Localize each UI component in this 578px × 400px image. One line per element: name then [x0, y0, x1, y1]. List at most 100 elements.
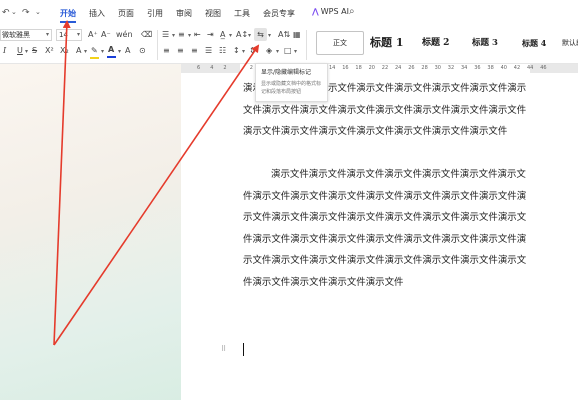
increase-indent-icon[interactable]: ⇥: [207, 30, 214, 40]
tooltip-title: 显示/隐藏编辑标记: [261, 69, 312, 76]
bullet-list-dropdown-icon[interactable]: ▾: [172, 32, 175, 39]
paragraph-2[interactable]: 演示文件演示文件演示文件演示文件演示文件演示文件演示文件演示文件演示文件演示文件…: [243, 164, 533, 293]
superscript-icon[interactable]: X²: [45, 46, 54, 56]
line-spacing-dropdown-icon[interactable]: ▾: [248, 32, 251, 39]
search-icon[interactable]: ⌕: [349, 6, 355, 17]
border-icon[interactable]: □: [284, 46, 292, 56]
font-name-dropdown-icon[interactable]: ▾: [46, 31, 49, 38]
text-effect-dropdown-icon[interactable]: ▾: [84, 48, 87, 55]
character-shading-icon[interactable]: A: [125, 46, 130, 56]
document-page[interactable]: 演示文件演示文件演示文件演示文件演示文件演示文件演示文件演示文件演示文件演示文件…: [181, 73, 578, 400]
align-left-icon[interactable]: ≡: [163, 46, 170, 56]
line-spacing-2-icon[interactable]: ↕: [233, 46, 240, 56]
style-heading-1[interactable]: 标题 1: [370, 31, 403, 55]
ruler-number: 14: [329, 65, 336, 71]
numbered-list-icon[interactable]: ≡: [178, 30, 185, 40]
font-color-dropdown-icon[interactable]: ▾: [118, 48, 121, 55]
paragraph-drag-handle-icon[interactable]: ⠿: [221, 345, 226, 353]
navigation-pane-background: [0, 64, 181, 400]
text-cursor: [243, 343, 244, 356]
numbered-list-dropdown-icon[interactable]: ▾: [188, 32, 191, 39]
tab-member[interactable]: 会员专享: [263, 8, 295, 19]
ruler-number: 2: [249, 65, 253, 71]
line-spacing-2-dropdown-icon[interactable]: ▾: [242, 48, 245, 55]
highlight-dropdown-icon[interactable]: ▾: [101, 48, 104, 55]
wps-ai-logo-icon: ⋀: [312, 7, 319, 16]
shading-icon[interactable]: ◈: [266, 46, 272, 56]
tooltip: 显示/隐藏编辑标记 显示或隐藏文档中的格式标记和段落布局按钮: [255, 63, 328, 102]
table-icon[interactable]: ▦: [293, 30, 301, 40]
ruler-number: 36: [474, 65, 481, 71]
tab-review[interactable]: 审阅: [176, 8, 192, 19]
font-color-icon[interactable]: A: [108, 45, 114, 55]
justify-icon[interactable]: ☰: [205, 46, 212, 56]
underline-icon[interactable]: U: [17, 46, 23, 56]
redo-icon[interactable]: ↷: [22, 8, 30, 18]
clear-format-icon[interactable]: ⌫: [141, 30, 152, 40]
separator: [157, 30, 158, 60]
tab-page[interactable]: 页面: [118, 8, 134, 19]
tab-home[interactable]: 开始: [60, 8, 76, 19]
style-heading-2[interactable]: 标题 2: [422, 31, 449, 55]
horizontal-ruler[interactable]: 6422468101214161820222426283032343638404…: [181, 64, 578, 73]
tab-view[interactable]: 视图: [205, 8, 221, 19]
ruler-number: 46: [540, 65, 547, 71]
ruler-number: 22: [381, 65, 389, 71]
show-hide-marks-icon[interactable]: ⇆: [254, 28, 267, 41]
italic-icon[interactable]: I: [3, 46, 6, 56]
undo-icon[interactable]: ↶: [2, 8, 10, 18]
ruler-number: 26: [408, 65, 415, 71]
quick-access-more-icon[interactable]: ⌄: [35, 8, 41, 16]
highlight-color-bar: [90, 57, 99, 59]
shading-dropdown-icon[interactable]: ▾: [276, 48, 279, 55]
underline-dropdown-icon[interactable]: ▾: [25, 48, 28, 55]
style-default-paragraph[interactable]: 默认段落: [562, 31, 578, 55]
paragraph-spacing-icon[interactable]: ⇕: [249, 46, 256, 56]
ruler-number: 30: [434, 65, 441, 71]
ruler-number: 6: [197, 65, 201, 71]
border-dropdown-icon[interactable]: ▾: [294, 48, 297, 55]
ruler-number: 24: [395, 65, 402, 71]
font-name-combo[interactable]: 微软雅黑: [0, 29, 52, 41]
highlight-icon[interactable]: ✎: [91, 46, 98, 56]
text-direction-icon[interactable]: A⇅: [278, 30, 290, 40]
ruler-number: 20: [368, 65, 375, 71]
undo-dropdown-icon[interactable]: ⌄: [11, 8, 17, 16]
wps-ai-button[interactable]: ⋀ WPS AI: [312, 7, 349, 16]
tab-references[interactable]: 引用: [147, 8, 163, 19]
chinese-layout-dropdown-icon[interactable]: ▾: [229, 32, 232, 39]
style-heading-4[interactable]: 标题 4: [522, 31, 546, 55]
font-color-bar: [107, 56, 116, 58]
ruler-number: 44: [527, 65, 534, 71]
style-heading-3[interactable]: 标题 3: [472, 31, 498, 55]
text-effect-icon[interactable]: A: [76, 46, 81, 56]
character-border-icon[interactable]: ⊙: [139, 46, 146, 56]
ruler-number: 4: [210, 65, 214, 71]
subscript-icon[interactable]: X₂: [60, 46, 69, 56]
tab-insert[interactable]: 插入: [89, 8, 105, 19]
decrease-indent-icon[interactable]: ⇤: [194, 30, 201, 40]
tab-tools[interactable]: 工具: [234, 8, 250, 19]
increase-font-icon[interactable]: A⁺: [88, 30, 98, 40]
chinese-layout-icon[interactable]: A̲: [220, 30, 225, 40]
decrease-font-icon[interactable]: A⁻: [101, 30, 111, 40]
font-size-dropdown-icon[interactable]: ▾: [77, 31, 80, 38]
align-right-icon[interactable]: ≡: [191, 46, 198, 56]
line-spacing-icon[interactable]: A↕: [236, 30, 248, 40]
ribbon-toolbar: 微软雅黑 ▾ 14 ▾ A⁺ A⁻ wén ⌫ ☰ ▾ ≡ ▾ ⇤ ⇥ A̲ ▾…: [0, 26, 578, 64]
ruler-number: 32: [447, 65, 455, 71]
wps-ai-label: WPS AI: [320, 7, 349, 16]
ruler-number: 2: [223, 65, 227, 71]
style-normal[interactable]: 正文: [316, 31, 364, 55]
distributed-align-icon[interactable]: ☷: [219, 46, 226, 56]
show-hide-marks-dropdown-icon[interactable]: ▾: [268, 32, 271, 39]
phonetic-guide-icon[interactable]: wén: [116, 30, 133, 40]
style-gallery: 正文 标题 1 标题 2 标题 3 标题 4 默认段落: [312, 29, 578, 57]
bullet-list-icon[interactable]: ☰: [162, 30, 169, 40]
align-center-icon[interactable]: ≡: [177, 46, 184, 56]
strikethrough-icon[interactable]: S: [32, 46, 37, 56]
ruler-number: 38: [487, 65, 494, 71]
active-tab-indicator: [60, 21, 76, 23]
ruler-number: 18: [355, 65, 362, 71]
ruler-number: 40: [500, 65, 507, 71]
